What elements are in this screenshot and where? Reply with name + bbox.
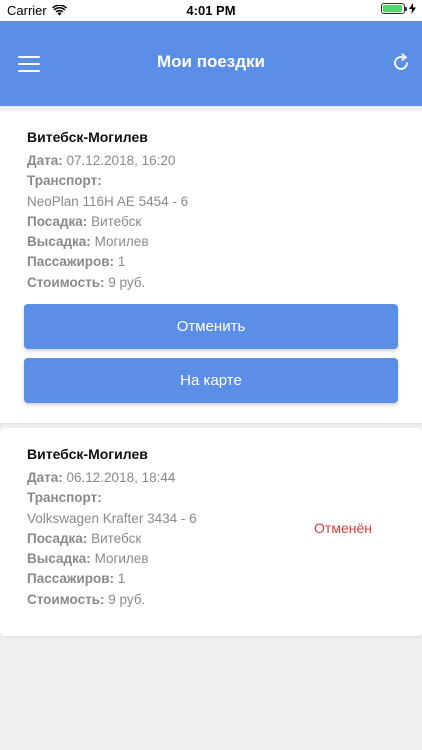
- dropoff-label: Высадка:: [27, 551, 91, 567]
- status-badge: Отменён: [314, 520, 372, 536]
- trip-card: Витебск-Могилев Дата: 06.12.2018, 18:44 …: [0, 428, 422, 636]
- transport-value: NeoPlan 116H AE 5454 - 6: [27, 193, 189, 209]
- trip-date: Дата: 06.12.2018, 18:44: [27, 468, 395, 488]
- dropoff-value: Могилев: [94, 551, 149, 567]
- trip-cost: Стоимость: 9 руб.: [27, 590, 395, 610]
- trip-passengers: Пассажиров: 1: [27, 252, 395, 272]
- boarding-label: Посадка:: [27, 213, 88, 229]
- date-value: 06.12.2018, 18:44: [66, 470, 176, 485]
- cost-label: Стоимость:: [27, 274, 105, 290]
- boarding-value: Витебск: [91, 530, 142, 546]
- cost-value: 9 руб.: [108, 591, 146, 607]
- trip-passengers: Пассажиров: 1: [27, 569, 395, 589]
- trip-boarding: Посадка: Витебск: [27, 212, 395, 232]
- trip-dropoff: Высадка: Могилев: [27, 232, 395, 252]
- status-right: [381, 3, 416, 14]
- show-on-map-button[interactable]: На карте: [24, 358, 398, 403]
- trip-date: Дата: 07.12.2018, 16:20: [27, 151, 395, 171]
- dropoff-value: Могилев: [94, 234, 149, 250]
- trip-card: Витебск-Могилев Дата: 07.12.2018, 16:20 …: [0, 111, 422, 423]
- nav-bar: Мои поездки: [0, 21, 422, 106]
- dropoff-label: Высадка:: [27, 234, 91, 250]
- passengers-value: 1: [117, 254, 126, 270]
- trip-route: Витебск-Могилев: [27, 129, 148, 145]
- boarding-label: Посадка:: [27, 530, 88, 546]
- charging-icon: [409, 3, 416, 14]
- status-bar: Carrier 4:01 PM: [0, 0, 422, 21]
- passengers-value: 1: [117, 571, 126, 587]
- cancel-trip-button[interactable]: Отменить: [24, 304, 398, 349]
- boarding-value: Витебск: [91, 213, 142, 229]
- trip-route: Витебск-Могилев: [27, 446, 148, 462]
- transport-label: Транспорт:: [27, 173, 102, 189]
- passengers-label: Пассажиров:: [27, 571, 115, 587]
- date-value: 07.12.2018, 16:20: [66, 153, 176, 168]
- status-time: 4:01 PM: [186, 3, 236, 18]
- trip-dropoff: Высадка: Могилев: [27, 549, 395, 569]
- date-label: Дата:: [27, 470, 63, 485]
- page-title: Мои поездки: [156, 52, 266, 71]
- cost-value: 9 руб.: [108, 274, 146, 290]
- trip-transport: Транспорт:: [27, 171, 395, 191]
- refresh-icon[interactable]: [390, 52, 412, 74]
- trip-list: Витебск-Могилев Дата: 07.12.2018, 16:20 …: [0, 106, 422, 636]
- trip-cost: Стоимость: 9 руб.: [27, 273, 395, 293]
- cost-label: Стоимость:: [27, 591, 105, 607]
- passengers-label: Пассажиров:: [27, 254, 115, 270]
- date-label: Дата:: [27, 153, 63, 168]
- battery-icon: [381, 3, 407, 14]
- trip-transport: Транспорт:: [27, 488, 395, 508]
- transport-label: Транспорт:: [27, 490, 102, 506]
